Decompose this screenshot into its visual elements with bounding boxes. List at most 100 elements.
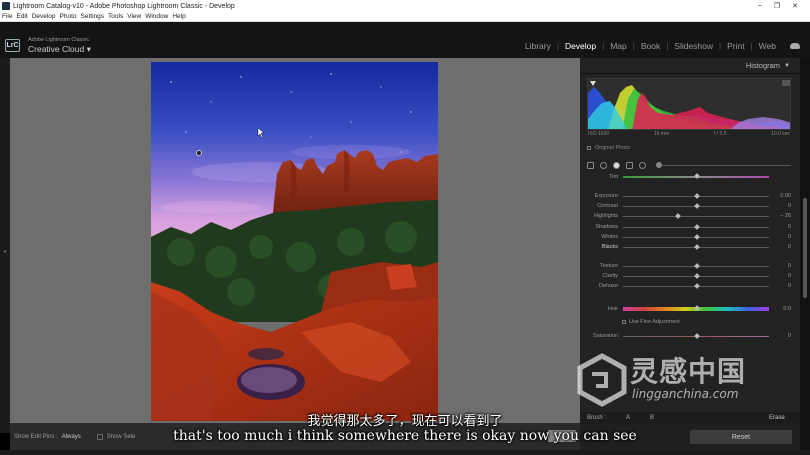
slider-tint-knob[interactable] bbox=[693, 173, 700, 179]
expand-left-arrow-icon[interactable]: ◂ bbox=[3, 248, 6, 255]
slider-tint-label: Tint bbox=[609, 174, 618, 180]
menu-photo[interactable]: Photo bbox=[60, 13, 77, 20]
menu-tools[interactable]: Tools bbox=[108, 13, 123, 20]
slider-whites-value[interactable]: 0 bbox=[769, 234, 791, 240]
minimize-button[interactable]: – bbox=[758, 2, 762, 10]
slider-hue-label: Hue bbox=[607, 306, 618, 312]
slider-shadows-value[interactable]: 0 bbox=[769, 224, 791, 230]
original-photo-toggle[interactable]: Original Photo bbox=[587, 145, 630, 151]
slider-texture-label: Texture bbox=[599, 263, 618, 269]
fine-adjustment-toggle[interactable]: Use Fine Adjustment bbox=[622, 319, 680, 325]
module-book[interactable]: Book bbox=[635, 41, 666, 51]
slider-blacks-value[interactable]: 0 bbox=[769, 244, 791, 250]
module-web[interactable]: Web bbox=[753, 41, 782, 51]
lrc-logo: LrC bbox=[5, 39, 20, 52]
histogram-header[interactable]: Histogram ▼ bbox=[580, 58, 800, 74]
exif-focal: 16 mm bbox=[653, 131, 670, 137]
slider-saturation-knob[interactable] bbox=[693, 332, 700, 339]
slider-highlights-label: Highlights bbox=[593, 213, 618, 219]
edit-pin[interactable] bbox=[196, 150, 202, 156]
menu-edit[interactable]: Edit bbox=[16, 13, 27, 20]
tool-amount-slider[interactable] bbox=[656, 161, 791, 168]
site-watermark: 灵感中国 lingganchina.com bbox=[574, 350, 784, 410]
histogram-title: Histogram bbox=[745, 61, 781, 70]
right-panel-scrollbar[interactable] bbox=[800, 58, 810, 450]
collapse-triangle-icon[interactable]: ▼ bbox=[784, 63, 790, 69]
module-library[interactable]: Library bbox=[519, 41, 557, 51]
slider-blacks-label: Blacks bbox=[601, 244, 618, 250]
menu-file[interactable]: File bbox=[2, 13, 12, 20]
window-title-bar: Lightroom Catalog-v10 - Adobe Photoshop … bbox=[0, 0, 810, 12]
slider-exposure-knob[interactable] bbox=[693, 192, 700, 199]
slider-saturation[interactable]: Saturation 0 bbox=[587, 331, 791, 341]
subtitle-chinese: 我觉得那太多了，现在可以看到了 bbox=[307, 414, 503, 429]
tool-strip bbox=[587, 160, 791, 170]
menu-help[interactable]: Help bbox=[172, 13, 185, 20]
window-controls: – ❐ ✕ bbox=[758, 2, 798, 10]
slider-texture-knob[interactable] bbox=[693, 262, 700, 269]
left-panel-collapsed[interactable]: ◂ bbox=[0, 58, 10, 433]
menu-window[interactable]: Window bbox=[145, 13, 168, 20]
menu-bar: File Edit Develop Photo Settings Tools V… bbox=[0, 12, 810, 22]
photo-preview[interactable] bbox=[151, 62, 438, 421]
filmstrip-bar bbox=[0, 450, 810, 455]
fine-adjustment-label: Use Fine Adjustment bbox=[629, 319, 680, 325]
slider-highlights-value[interactable]: – 26 bbox=[769, 213, 791, 219]
slider-dehaze[interactable]: Dehaze 0 bbox=[587, 281, 791, 291]
slider-exposure[interactable]: Exposure 0.00 bbox=[587, 191, 791, 201]
slider-clarity-value[interactable]: 0 bbox=[769, 273, 791, 279]
slider-clarity-knob[interactable] bbox=[693, 272, 700, 279]
close-button[interactable]: ✕ bbox=[792, 2, 798, 10]
slider-hue-value[interactable]: 0.0 bbox=[769, 306, 791, 312]
slider-texture[interactable]: Texture 0 bbox=[587, 261, 791, 271]
module-map[interactable]: Map bbox=[604, 41, 633, 51]
slider-highlights-knob[interactable] bbox=[674, 212, 681, 219]
slider-blacks-knob[interactable] bbox=[693, 243, 700, 250]
slider-whites-knob[interactable] bbox=[693, 233, 700, 240]
slider-clarity[interactable]: Clarity 0 bbox=[587, 271, 791, 281]
slider-contrast[interactable]: Contrast 0 bbox=[587, 201, 791, 211]
identity-plate[interactable]: Adobe Lightroom Classic Creative Cloud ▾ bbox=[28, 37, 91, 55]
brand-line1: Adobe Lightroom Classic bbox=[28, 37, 90, 43]
graduated-filter-icon[interactable] bbox=[639, 161, 646, 169]
menu-settings[interactable]: Settings bbox=[81, 13, 105, 20]
fine-adjustment-checkbox[interactable] bbox=[622, 320, 626, 324]
slider-highlights[interactable]: Highlights – 26 bbox=[587, 211, 791, 221]
image-canvas[interactable] bbox=[10, 58, 580, 423]
slider-whites[interactable]: Whites 0 bbox=[587, 232, 791, 242]
highlight-clipping-icon[interactable] bbox=[782, 80, 790, 86]
slider-whites-label: Whites bbox=[601, 234, 618, 240]
slider-shadows[interactable]: Shadows 0 bbox=[587, 222, 791, 232]
slider-dehaze-knob[interactable] bbox=[693, 282, 700, 289]
cloud-sync-icon[interactable] bbox=[790, 43, 800, 49]
menu-view[interactable]: View bbox=[127, 13, 141, 20]
slider-hue[interactable]: Hue 0.0 bbox=[587, 304, 791, 314]
slider-contrast-value[interactable]: 0 bbox=[769, 203, 791, 209]
module-develop[interactable]: Develop bbox=[559, 41, 602, 51]
histogram bbox=[587, 78, 791, 130]
slider-dehaze-value[interactable]: 0 bbox=[769, 283, 791, 289]
slider-shadows-knob[interactable] bbox=[693, 223, 700, 230]
spot-removal-icon[interactable] bbox=[600, 161, 607, 169]
slider-texture-value[interactable]: 0 bbox=[769, 263, 791, 269]
scrollbar-thumb[interactable] bbox=[803, 198, 807, 298]
watermark-cn: 灵感中国 bbox=[630, 355, 747, 388]
module-slideshow[interactable]: Slideshow bbox=[668, 41, 719, 51]
exif-aperture: f / 3.5 bbox=[713, 131, 727, 137]
slider-hue-knob[interactable] bbox=[693, 305, 700, 311]
original-photo-checkbox[interactable] bbox=[587, 146, 591, 150]
menu-develop[interactable]: Develop bbox=[32, 13, 56, 20]
watermark-en: lingganchina.com bbox=[632, 387, 739, 401]
shadow-clipping-icon[interactable] bbox=[590, 81, 596, 86]
redeye-icon[interactable] bbox=[626, 161, 633, 169]
slider-exposure-label: Exposure bbox=[594, 193, 618, 199]
slider-blacks[interactable]: Blacks 0 bbox=[587, 242, 791, 252]
slider-contrast-knob[interactable] bbox=[693, 202, 700, 209]
slider-exposure-value[interactable]: 0.00 bbox=[769, 193, 791, 199]
maximize-button[interactable]: ❐ bbox=[774, 2, 780, 10]
slider-tint[interactable]: Tint bbox=[587, 172, 791, 182]
masking-icon[interactable] bbox=[613, 161, 620, 169]
module-print[interactable]: Print bbox=[721, 41, 750, 51]
crop-tool-icon[interactable] bbox=[587, 161, 594, 169]
slider-saturation-value[interactable]: 0 bbox=[769, 333, 791, 339]
